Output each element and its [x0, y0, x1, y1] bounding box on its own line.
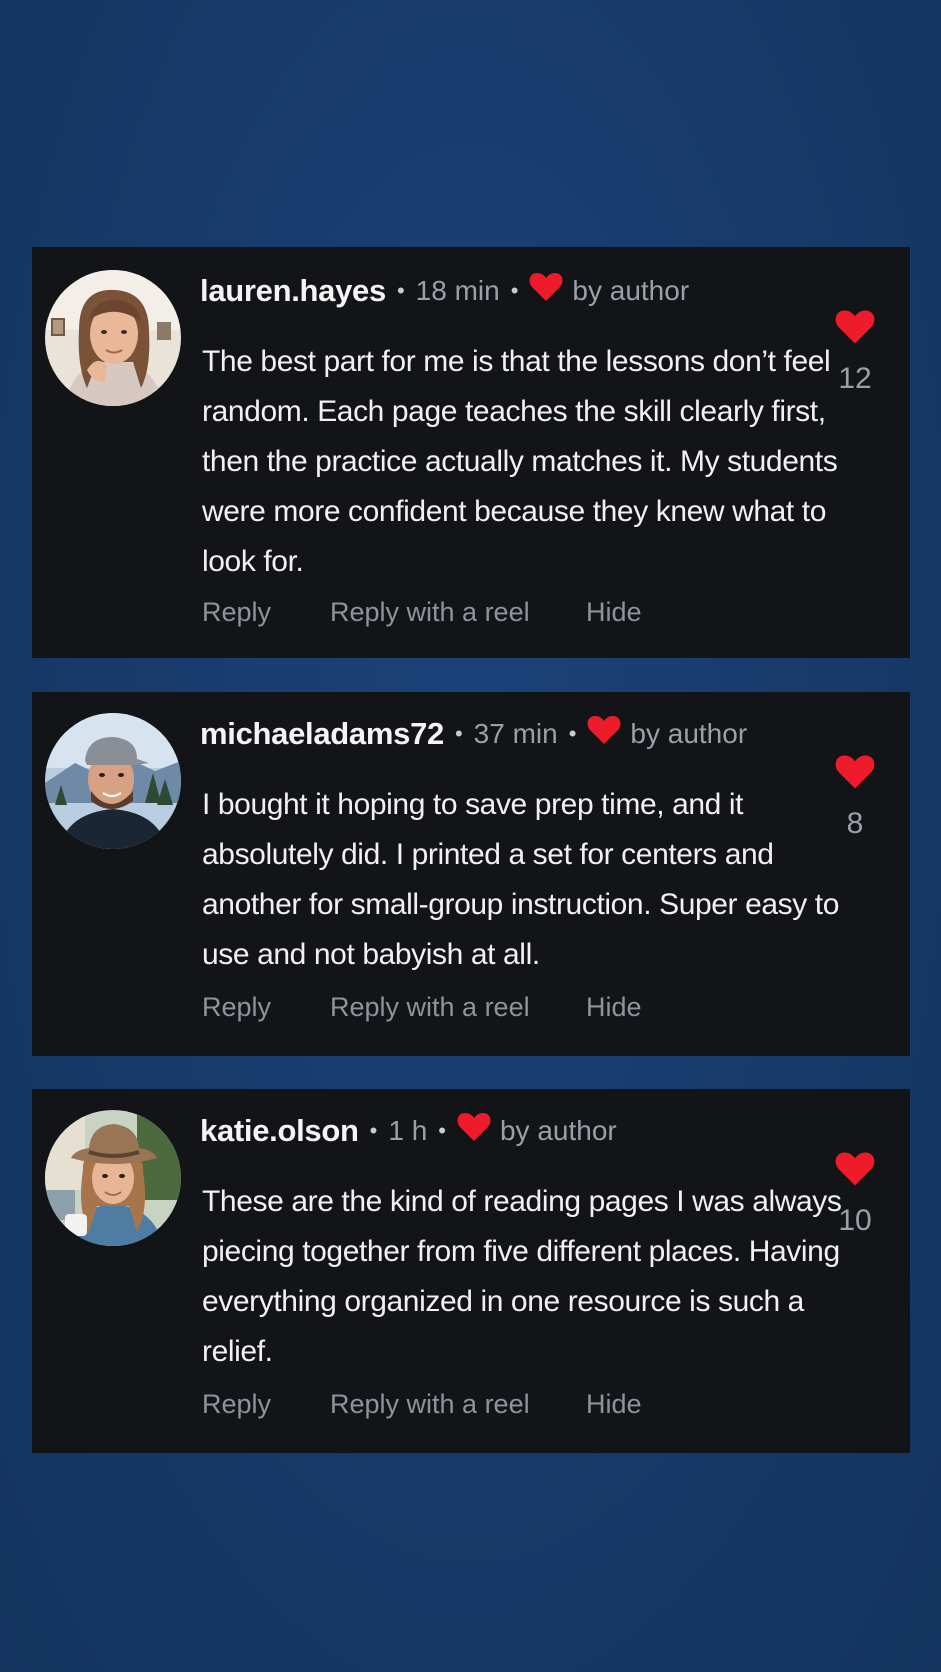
separator-dot: • — [568, 721, 577, 746]
reply-button[interactable]: Reply — [202, 597, 330, 628]
comment-header: lauren.hayes • 18 min • by author — [200, 269, 689, 313]
comment-text: The best part for me is that the lessons… — [202, 345, 838, 578]
heart-icon — [529, 272, 563, 310]
reply-with-reel-button[interactable]: Reply with a reel — [330, 1389, 586, 1420]
like-column: 8 — [830, 754, 880, 841]
comment-actions: Reply Reply with a reel Hide — [202, 1389, 642, 1420]
author-liked-label: by author — [630, 718, 748, 749]
like-heart-icon[interactable] — [835, 755, 875, 794]
separator-dot: • — [454, 721, 463, 746]
timestamp: 37 min — [473, 718, 558, 749]
comment-text: I bought it hoping to save prep time, an… — [202, 788, 839, 971]
username[interactable]: lauren.hayes — [200, 273, 386, 309]
hide-button[interactable]: Hide — [586, 597, 642, 628]
heart-icon — [457, 1112, 491, 1150]
like-column: 10 — [830, 1151, 880, 1238]
comment-header: michaeladams72 • 37 min • by author — [200, 712, 747, 756]
comment-card: michaeladams72 • 37 min • by author I bo… — [32, 692, 910, 1056]
reply-button[interactable]: Reply — [202, 1389, 330, 1420]
author-liked-label: by author — [572, 275, 690, 306]
author-liked-label: by author — [499, 1115, 617, 1146]
username[interactable]: michaeladams72 — [200, 716, 444, 752]
separator-dot: • — [438, 1118, 446, 1143]
like-heart-icon[interactable] — [835, 310, 875, 349]
reply-with-reel-button[interactable]: Reply with a reel — [330, 597, 586, 628]
like-heart-icon[interactable] — [835, 1152, 875, 1191]
comment-actions: Reply Reply with a reel Hide — [202, 597, 642, 628]
avatar[interactable] — [45, 270, 181, 406]
avatar[interactable] — [45, 713, 181, 849]
separator-dot: • — [510, 278, 519, 303]
timestamp: 18 min — [415, 275, 500, 306]
heart-icon — [587, 715, 621, 753]
separator-dot: • — [369, 1118, 378, 1143]
reply-button[interactable]: Reply — [202, 992, 330, 1023]
like-column: 12 — [830, 309, 880, 396]
reply-with-reel-button[interactable]: Reply with a reel — [330, 992, 586, 1023]
comment-card: lauren.hayes • 18 min • by author The be… — [32, 247, 910, 658]
separator-dot: • — [396, 278, 405, 303]
like-count: 12 — [838, 362, 872, 395]
like-count: 8 — [846, 807, 864, 840]
comment-actions: Reply Reply with a reel Hide — [202, 992, 642, 1023]
comment-header: katie.olson • 1 h • by author — [200, 1109, 617, 1153]
comment-text: These are the kind of reading pages I wa… — [202, 1185, 842, 1368]
avatar[interactable] — [45, 1110, 181, 1246]
timestamp: 1 h — [388, 1115, 428, 1146]
comment-card: katie.olson • 1 h • by author These are … — [32, 1089, 910, 1453]
like-count: 10 — [838, 1204, 872, 1237]
username[interactable]: katie.olson — [200, 1113, 359, 1149]
hide-button[interactable]: Hide — [586, 992, 642, 1023]
hide-button[interactable]: Hide — [586, 1389, 642, 1420]
